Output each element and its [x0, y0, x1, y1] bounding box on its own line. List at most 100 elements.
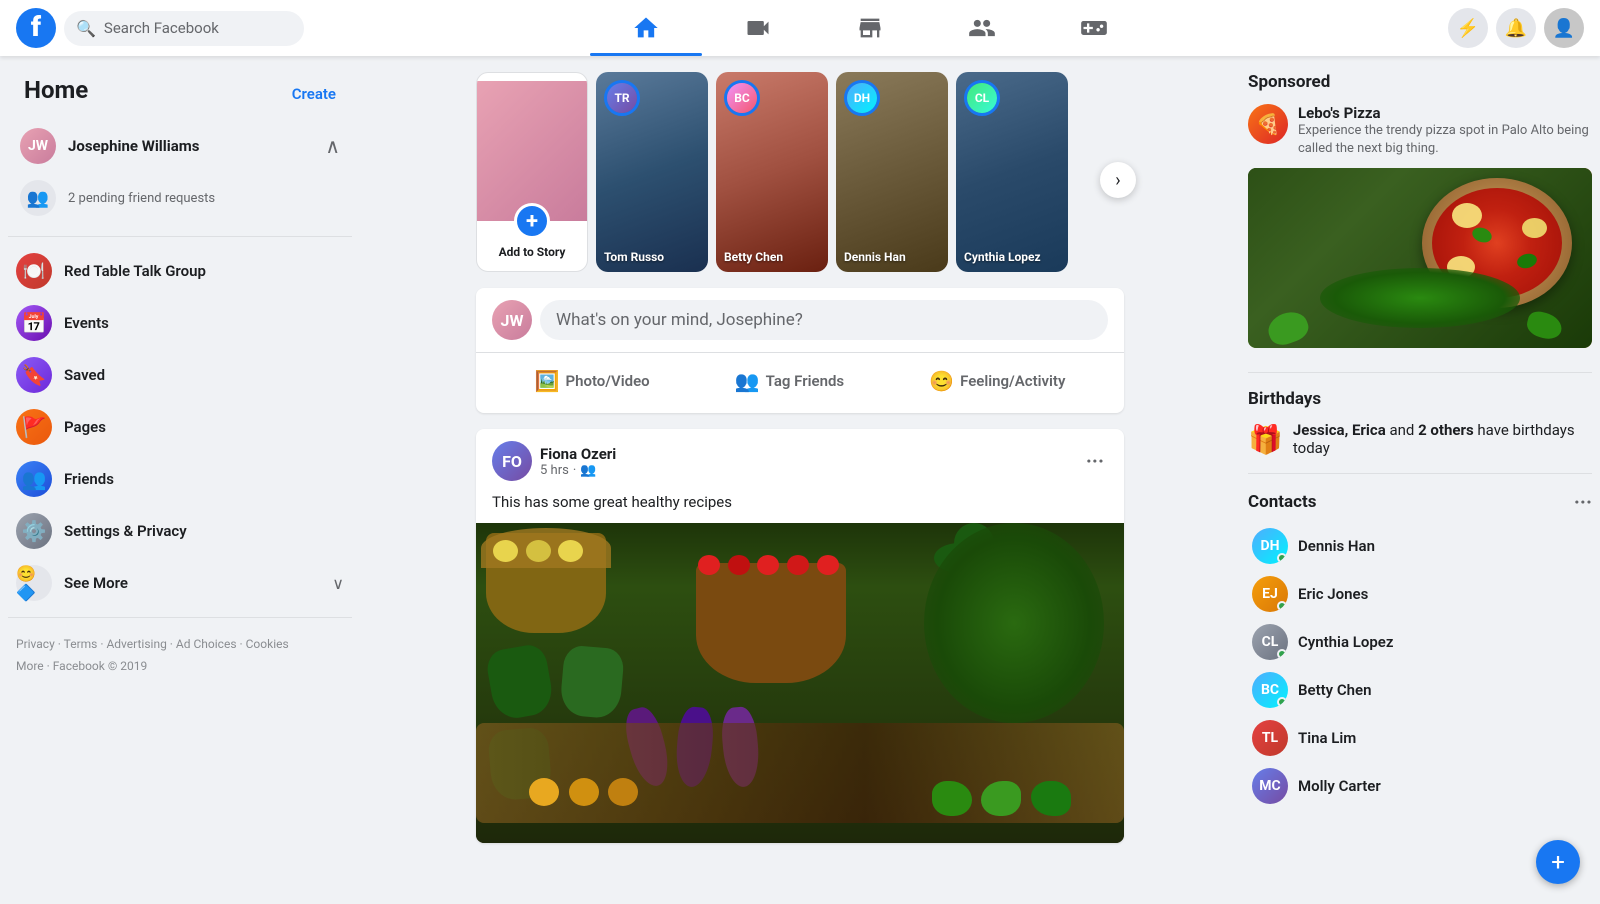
see-more-row[interactable]: 😊🔷 See More ∨ [8, 557, 352, 609]
contact-row-betty[interactable]: BC Betty Chen [1248, 666, 1592, 714]
pages-icon: 🚩 [16, 409, 52, 445]
story-user-avatar-betty: BC [724, 80, 760, 116]
contact-row-cynthia[interactable]: CL Cynthia Lopez [1248, 618, 1592, 666]
footer-advertising[interactable]: Advertising [106, 637, 166, 651]
footer-cookies[interactable]: Cookies [246, 637, 289, 651]
feeling-icon: 😊 [929, 369, 954, 393]
right-divider-1 [1248, 372, 1592, 373]
story-name-cynthia: Cynthia Lopez [964, 250, 1060, 264]
nav-marketplace-button[interactable] [814, 4, 926, 52]
create-button[interactable]: Create [292, 85, 336, 103]
user-name: Josephine Williams [68, 137, 199, 155]
birthday-text: Jessica, Erica and 2 others have birthda… [1293, 421, 1592, 457]
story-card-cynthia-lopez[interactable]: CL Cynthia Lopez [956, 72, 1068, 272]
story-add-card[interactable]: + Add to Story [476, 72, 588, 272]
footer-privacy[interactable]: Privacy [16, 637, 55, 651]
contact-row-molly[interactable]: MC Molly Carter [1248, 762, 1592, 810]
settings-icon: ⚙️ [16, 513, 52, 549]
contact-name-dennis: Dennis Han [1298, 537, 1375, 555]
nav-groups-button[interactable] [926, 4, 1038, 52]
contact-row-dennis[interactable]: DH Dennis Han [1248, 522, 1592, 570]
friends-icon: 👥 [16, 461, 52, 497]
contact-row-eric[interactable]: EJ Eric Jones [1248, 570, 1592, 618]
sidebar-item-settings[interactable]: ⚙️ Settings & Privacy [8, 505, 352, 557]
chevron-up-icon: ∧ [325, 134, 340, 158]
search-bar[interactable]: 🔍 Search Facebook [64, 11, 304, 46]
footer-links: Privacy · Terms · Advertising · Ad Choic… [8, 626, 352, 685]
top-navigation: f 🔍 Search Facebook ⚡ 🔔 👤 [0, 0, 1600, 56]
sidebar-item-pages[interactable]: 🚩 Pages [8, 401, 352, 453]
post-actions: 🖼️ Photo/Video 👥 Tag Friends 😊 Feeling/A… [492, 361, 1108, 401]
online-indicator [1277, 649, 1287, 659]
contacts-header: Contacts ··· [1248, 490, 1592, 514]
contact-name-tina: Tina Lim [1298, 729, 1356, 747]
nav-gaming-button[interactable] [1038, 4, 1150, 52]
sidebar-item-saved[interactable]: 🔖 Saved [8, 349, 352, 401]
events-icon: 📅 [16, 305, 52, 341]
sidebar-item-friends[interactable]: 👥 Friends [8, 453, 352, 505]
post-action-feeling[interactable]: 😊 Feeling/Activity [913, 361, 1081, 401]
contacts-title: Contacts [1248, 492, 1574, 512]
post-user-info: Fiona Ozeri 5 hrs · 👥 [540, 445, 1074, 478]
sidebar-item-red-table-talk[interactable]: 🍽️ Red Table Talk Group [8, 245, 352, 297]
footer-adchoices[interactable]: Ad Choices [176, 637, 237, 651]
online-indicator [1277, 697, 1287, 707]
user-avatar-button[interactable]: 👤 [1544, 8, 1584, 48]
nav-home-button[interactable] [590, 4, 702, 52]
footer-more[interactable]: More [16, 659, 44, 673]
fab-button[interactable]: + [1536, 840, 1580, 884]
post-more-button[interactable]: ··· [1082, 445, 1108, 477]
post-image [476, 523, 1124, 843]
stories-row: + Add to Story TR Tom Russo BC [476, 72, 1068, 272]
post-action-tag[interactable]: 👥 Tag Friends [719, 361, 860, 401]
post-input-row: JW What's on your mind, Josephine? [492, 300, 1108, 340]
post-action-photo[interactable]: 🖼️ Photo/Video [519, 361, 666, 401]
footer-terms[interactable]: Terms [64, 637, 98, 651]
birthdays-section: Birthdays 🎁 Jessica, Erica and 2 others … [1248, 389, 1592, 457]
facebook-logo[interactable]: f [16, 8, 56, 48]
nav-video-button[interactable] [702, 4, 814, 52]
story-user-avatar-cynthia: CL [964, 80, 1000, 116]
main-layout: Home Create JW Josephine Williams ∧ 👥 2 … [0, 56, 1600, 904]
ad-image[interactable] [1248, 168, 1592, 348]
sidebar-item-label-saved: Saved [64, 366, 105, 384]
story-add-button[interactable]: + [514, 203, 550, 239]
search-input: Search Facebook [104, 19, 219, 37]
contacts-more-button[interactable]: ··· [1574, 490, 1592, 514]
story-user-avatar-tom: TR [604, 80, 640, 116]
post-action-tag-label: Tag Friends [766, 372, 844, 390]
nav-center [356, 4, 1384, 52]
birthday-names: Jessica, Erica [1293, 421, 1386, 439]
messenger-icon-button[interactable]: ⚡ [1448, 8, 1488, 48]
ad-description: Experience the trendy pizza spot in Palo… [1298, 122, 1592, 158]
sidebar-item-label-pages: Pages [64, 418, 106, 436]
birthdays-title: Birthdays [1248, 389, 1592, 409]
tag-friends-icon: 👥 [735, 369, 760, 393]
page-title: Home [16, 68, 96, 112]
sidebar-divider-2 [8, 617, 352, 618]
post-user-name[interactable]: Fiona Ozeri [540, 445, 1074, 463]
sponsored-ad[interactable]: 🍕 Lebo's Pizza Experience the trendy piz… [1248, 104, 1592, 158]
user-profile-row[interactable]: JW Josephine Williams ∧ [16, 120, 344, 172]
contact-avatar-betty: BC [1252, 672, 1288, 708]
stories-wrapper: + Add to Story TR Tom Russo BC [476, 72, 1124, 288]
see-more-label: See More [64, 574, 128, 592]
stories-next-button[interactable]: › [1100, 162, 1136, 198]
photo-video-icon: 🖼️ [535, 369, 560, 393]
post-time-dot: · [573, 463, 576, 478]
story-card-tom-russo[interactable]: TR Tom Russo [596, 72, 708, 272]
post-box: JW What's on your mind, Josephine? 🖼️ Ph… [476, 288, 1124, 413]
ad-info: Lebo's Pizza Experience the trendy pizza… [1298, 104, 1592, 158]
pending-requests-row[interactable]: 👥 2 pending friend requests [16, 172, 344, 224]
post-header: FO Fiona Ozeri 5 hrs · 👥 ··· [476, 429, 1124, 493]
story-card-dennis-han[interactable]: DH Dennis Han [836, 72, 948, 272]
contact-name-cynthia: Cynthia Lopez [1298, 633, 1393, 651]
post-input[interactable]: What's on your mind, Josephine? [540, 300, 1108, 340]
post-meta: 5 hrs · 👥 [540, 463, 1074, 478]
story-card-betty-chen[interactable]: BC Betty Chen [716, 72, 828, 272]
sidebar-item-events[interactable]: 📅 Events [8, 297, 352, 349]
sidebar-item-label-friends: Friends [64, 470, 114, 488]
saved-icon: 🔖 [16, 357, 52, 393]
contact-row-tina[interactable]: TL Tina Lim [1248, 714, 1592, 762]
notifications-icon-button[interactable]: 🔔 [1496, 8, 1536, 48]
